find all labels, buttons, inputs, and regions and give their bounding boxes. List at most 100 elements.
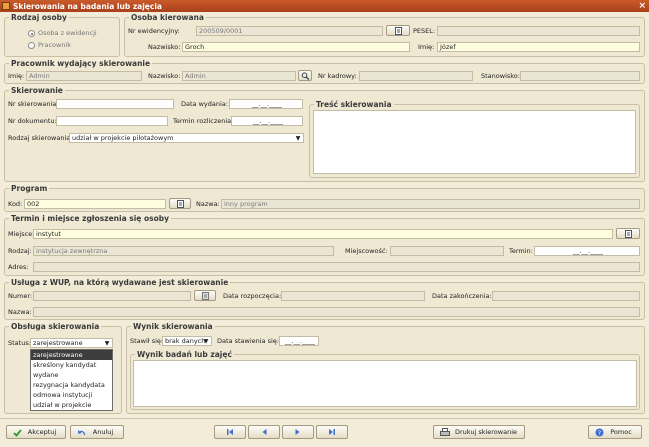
radio-employee[interactable] — [28, 42, 35, 49]
place-label: Miejsce: — [8, 230, 35, 238]
pick-service-button[interactable] — [194, 290, 216, 301]
document-number-field[interactable] — [56, 116, 168, 126]
help-button[interactable]: ? Pomoc — [588, 425, 642, 439]
print-referral-button[interactable]: Drukuj skierowanie — [433, 425, 525, 439]
footer-separator — [0, 418, 649, 419]
service-number-field[interactable] — [33, 291, 191, 301]
chevron-down-icon[interactable]: ▼ — [202, 338, 210, 345]
attendance-date-field[interactable]: __.__.____ — [279, 336, 319, 346]
checkmark-icon — [13, 429, 22, 437]
chevron-down-icon[interactable]: ▼ — [103, 340, 111, 347]
referral-type-label: Rodzaj skierowania: — [8, 134, 73, 142]
accept-label: Akceptuj — [27, 428, 57, 436]
service-number-label: Numer: — [8, 292, 33, 300]
accept-button[interactable]: Akceptuj — [6, 425, 66, 439]
chevron-down-icon[interactable]: ▼ — [294, 135, 302, 142]
issuing-employee-legend: Pracownik wydający skierowanie — [11, 59, 151, 68]
next-record-button[interactable] — [282, 425, 314, 439]
document-icon — [394, 27, 402, 35]
window-title: Skierowania na badania lub zajęcia — [13, 1, 162, 11]
referral-content-textarea[interactable] — [313, 110, 636, 174]
referred-person-legend: Osoba kierowana — [131, 13, 204, 22]
referral-number-label: Nr skierowania: — [8, 100, 59, 108]
service-name-label: Nazwa: — [8, 308, 32, 316]
status-option[interactable]: wydane — [31, 370, 112, 380]
pesel-field[interactable] — [437, 26, 640, 36]
employee-first-name-field[interactable]: Admin — [26, 71, 142, 81]
first-record-icon — [227, 429, 233, 435]
search-employee-button[interactable] — [298, 70, 312, 81]
radio-evidence-label: Osoba z ewidencji — [38, 29, 97, 37]
status-select[interactable]: zarejestrowane ▼ — [30, 338, 113, 348]
service-end-field[interactable] — [492, 291, 640, 301]
staff-number-field[interactable] — [359, 71, 473, 81]
place-type-label: Rodzaj: — [8, 247, 32, 255]
undo-icon — [77, 430, 86, 436]
test-result-textarea[interactable] — [133, 360, 637, 407]
document-icon — [201, 292, 209, 300]
appointment-place-legend: Termin i miejsce zgłoszenia się osoby — [11, 214, 170, 223]
status-dropdown-list: zarejestrowane skreślony kandydat wydane… — [30, 349, 113, 411]
address-label: Adres: — [8, 263, 29, 271]
address-field[interactable] — [33, 262, 640, 272]
help-icon: ? — [595, 428, 604, 437]
radio-employee-label: Pracownik — [38, 41, 72, 49]
program-name-field[interactable]: inny program — [221, 199, 640, 209]
status-value: zarejestrowane — [33, 339, 83, 347]
document-icon — [624, 230, 632, 238]
employee-first-name-label: Imię: — [8, 72, 25, 80]
status-option[interactable]: rezygnacja kandydata — [31, 380, 112, 390]
pick-program-button[interactable] — [169, 198, 191, 209]
service-name-field[interactable] — [33, 307, 640, 317]
employee-surname-field[interactable]: Admin — [182, 71, 296, 81]
radio-evidence-person[interactable] — [28, 30, 35, 37]
appointment-date-field[interactable]: __.__.____ — [534, 246, 640, 256]
service-legend: Usługa z WUP, na którą wydawane jest ski… — [11, 278, 229, 287]
cancel-label: Anuluj — [92, 428, 114, 436]
status-label: Status: — [8, 339, 31, 347]
attendance-date-label: Data stawienia się: — [217, 337, 279, 345]
previous-record-button[interactable] — [248, 425, 280, 439]
settlement-date-field[interactable]: __.__.____ — [231, 116, 303, 126]
last-record-button[interactable] — [316, 425, 348, 439]
first-name-label: Imię: — [418, 43, 435, 51]
referral-number-field[interactable] — [56, 99, 174, 109]
program-name-label: Nazwa: — [196, 200, 220, 208]
position-label: Stanowisko: — [481, 72, 520, 80]
attended-value: brak danych — [165, 337, 206, 345]
attended-select[interactable]: brak danych ▼ — [162, 336, 212, 346]
referral-content-legend: Treść skierowania — [316, 100, 392, 109]
print-referral-label: Drukuj skierowanie — [454, 428, 518, 436]
app-icon — [2, 2, 10, 10]
surname-field[interactable]: Groch — [182, 42, 410, 52]
status-option[interactable]: udział w projekcie — [31, 400, 112, 410]
program-legend: Program — [11, 184, 48, 193]
service-start-label: Data rozpoczęcia: — [223, 292, 282, 300]
surname-label: Nazwisko: — [148, 43, 181, 51]
status-option[interactable]: skreślony kandydat — [31, 360, 112, 370]
city-field[interactable] — [390, 246, 504, 256]
close-icon[interactable]: × — [638, 0, 646, 12]
status-option[interactable]: zarejestrowane — [31, 350, 112, 360]
evidence-number-field[interactable]: 200509/0001 — [196, 26, 383, 36]
printer-icon — [440, 428, 450, 436]
first-record-button[interactable] — [214, 425, 246, 439]
cancel-button[interactable]: Anuluj — [70, 425, 124, 439]
pick-place-button[interactable] — [616, 228, 640, 239]
referral-type-select[interactable]: udział w projekcie pilotażowym ▼ — [69, 133, 304, 143]
svg-text:?: ? — [598, 430, 601, 437]
status-option[interactable]: odmowa instytucji — [31, 390, 112, 400]
first-name-field[interactable]: Józef — [437, 42, 640, 52]
referral-type-value: udział w projekcie pilotażowym — [72, 134, 174, 142]
place-field[interactable]: instytut — [33, 229, 613, 239]
document-icon — [176, 200, 184, 208]
test-result-legend: Wynik badań lub zajęć — [137, 350, 232, 359]
program-code-field[interactable]: 002 — [24, 199, 166, 209]
position-field[interactable] — [520, 71, 640, 81]
help-label: Pomoc — [610, 428, 632, 436]
issue-date-field[interactable]: __.__.____ — [229, 99, 303, 109]
next-record-icon — [295, 429, 300, 435]
service-start-field[interactable] — [281, 291, 425, 301]
pick-person-button[interactable] — [386, 25, 410, 36]
place-type-field[interactable]: instytucja zewnętrzna — [33, 246, 334, 256]
